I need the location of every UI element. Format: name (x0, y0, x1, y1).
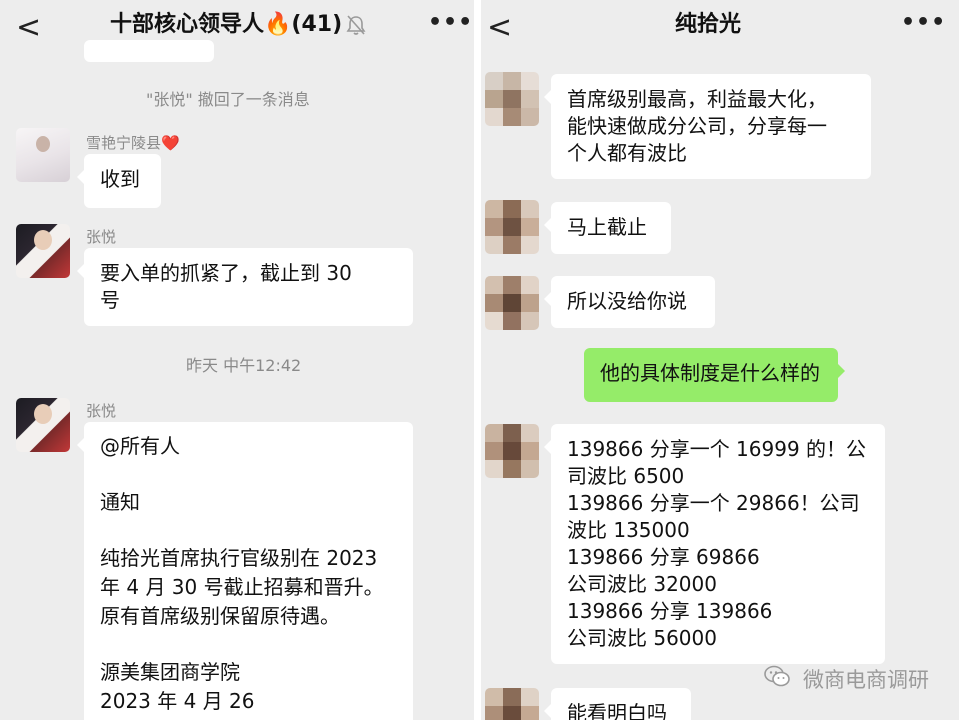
message-text: 马上截止 (567, 215, 647, 239)
message-text: 司波比 6500 (567, 464, 685, 488)
message-text: 139866 分享一个 29866！公司 (567, 491, 860, 515)
left-chat-header: < 十部核心领导人🔥(41) ••• (0, 0, 474, 64)
avatar-pixelated[interactable] (485, 276, 539, 330)
avatar-pixelated[interactable] (485, 424, 539, 478)
message-text: 波比 135000 (567, 518, 690, 542)
message-text: 能快速做成分公司，分享每一 (567, 114, 827, 138)
sender-name: 张悦 (86, 228, 117, 246)
message-bubble-partial (84, 40, 214, 62)
message-text: 个人都有波比 (567, 141, 687, 165)
message-text: 2023 年 4 月 26 (100, 689, 255, 713)
message-text: 通知 (100, 490, 140, 514)
avatar[interactable] (16, 398, 70, 452)
message-text: 原有首席级别保留原待遇。 (100, 604, 340, 628)
timestamp: 昨天 中午12:42 (186, 356, 302, 375)
message-text: 要入单的抓紧了，截止到 30 (100, 261, 352, 285)
message-text: 他的具体制度是什么样的 (600, 361, 820, 385)
avatar[interactable] (16, 128, 70, 182)
left-chat-panel: < 十部核心领导人🔥(41) ••• "张悦" 撤回了一条消息 雪艳宁陵县❤️ … (0, 0, 474, 720)
avatar[interactable] (16, 224, 70, 278)
back-arrow-icon[interactable]: < (487, 8, 512, 48)
message-text: @所有人 (100, 434, 180, 458)
message-bubble[interactable]: 马上截止 (544, 202, 671, 254)
message-bubble[interactable]: 首席级别最高，利益最大化， 能快速做成分公司，分享每一 个人都有波比 (544, 74, 871, 179)
sender-name: 雪艳宁陵县❤️ (86, 134, 180, 152)
recall-notice: "张悦" 撤回了一条消息 (146, 90, 310, 109)
message-text: 首席级别最高，利益最大化， (567, 87, 827, 111)
more-dots-icon[interactable]: ••• (901, 8, 946, 38)
wechat-logo-icon (764, 665, 790, 687)
message-text: 年 4 月 30 号截止招募和晋升。 (100, 575, 384, 599)
message-text: 能看明白吗 (567, 701, 667, 720)
message-bubble[interactable]: 所以没给你说 (544, 276, 715, 328)
message-text: 号 (100, 288, 120, 312)
avatar-pixelated[interactable] (485, 688, 539, 720)
message-text: 公司波比 56000 (567, 626, 717, 650)
avatar-pixelated[interactable] (485, 200, 539, 254)
right-chat-header: < 纯拾光 ••• (481, 0, 959, 64)
message-bubble[interactable]: 收到 (77, 154, 161, 208)
message-bubble[interactable]: @所有人 通知 纯拾光首席执行官级别在 2023 年 4 月 30 号截止招募和… (77, 422, 413, 720)
message-text: 纯拾光首席执行官级别在 2023 (100, 546, 378, 570)
message-text: 139866 分享 139866 (567, 599, 773, 623)
message-text: 公司波比 32000 (567, 572, 717, 596)
message-bubble[interactable]: 139866 分享一个 16999 的！公 司波比 6500 139866 分享… (544, 424, 885, 664)
message-bubble[interactable]: 能看明白吗 (544, 688, 691, 720)
group-title: 十部核心领导人🔥(41) (110, 12, 343, 37)
outgoing-message-bubble[interactable]: 他的具体制度是什么样的 (584, 348, 845, 402)
right-chat-panel: < 纯拾光 ••• 首席级别最高，利益最大化， 能快速做成分公司，分享每一 个人… (481, 0, 959, 720)
more-dots-icon[interactable]: ••• (428, 8, 473, 38)
watermark-text: 微商电商调研 (803, 668, 929, 692)
sender-name: 张悦 (86, 402, 117, 420)
back-arrow-icon[interactable]: < (16, 8, 41, 48)
message-text: 139866 分享一个 16999 的！公 (567, 437, 867, 461)
message-text: 收到 (100, 167, 140, 191)
muted-bell-icon (346, 15, 366, 35)
avatar-pixelated[interactable] (485, 72, 539, 126)
contact-title: 纯拾光 (675, 12, 742, 37)
message-text: 所以没给你说 (567, 289, 687, 313)
message-text: 源美集团商学院 (100, 660, 240, 684)
message-text: 139866 分享 69866 (567, 545, 760, 569)
message-bubble[interactable]: 要入单的抓紧了，截止到 30 号 (77, 248, 413, 326)
